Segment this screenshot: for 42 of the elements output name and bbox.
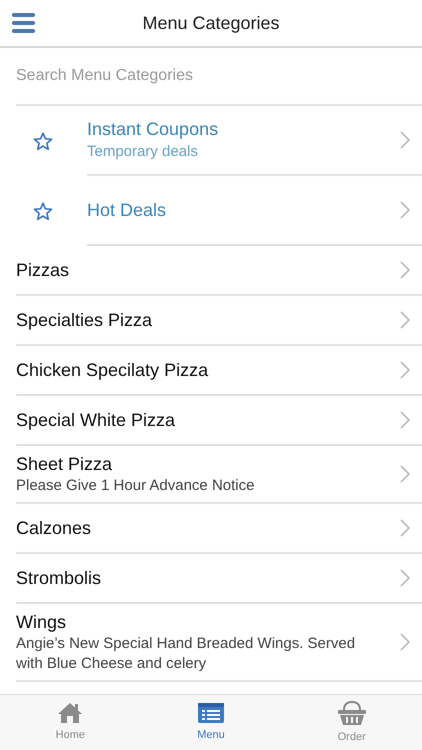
item-title: Wings — [16, 611, 68, 634]
chevron-icon — [400, 465, 410, 483]
category-item[interactable]: Calzones — [16, 504, 422, 554]
chevron-icon — [400, 569, 410, 587]
item-title: Strombolis — [16, 567, 102, 590]
page-title: Menu Categories — [142, 12, 280, 35]
item-title: Sheet Pizza — [16, 453, 114, 476]
chevron-icon — [400, 201, 410, 219]
basket-icon — [336, 700, 367, 726]
chevron-icon — [400, 411, 410, 429]
star-icon — [32, 202, 52, 220]
chevron-icon — [400, 131, 410, 149]
item-subtitle: Temporary deals — [87, 142, 199, 162]
category-item[interactable]: Strombolis — [16, 554, 422, 604]
category-item[interactable]: Chicken Specilaty Pizza — [16, 346, 422, 396]
star-icon — [32, 132, 52, 150]
item-subtitle: Please Give 1 Hour Advance Notice — [16, 476, 256, 496]
category-item[interactable]: Wings Angie’s New Special Hand Breaded Wings. Served with Blue Cheese and celery — [16, 604, 422, 682]
house-icon — [57, 702, 84, 724]
item-title: Hot Deals — [87, 199, 168, 222]
chevron-icon — [400, 311, 410, 329]
item-title: Pizzas — [16, 259, 70, 282]
chevron-icon — [400, 361, 410, 379]
chevron-icon — [400, 633, 410, 651]
item-title: Instant Coupons — [87, 118, 220, 141]
item-subtitle: Angie’s New Special Hand Breaded Wings. Served with Blue Cheese and celery — [16, 634, 356, 674]
item-title: Chicken Specilaty Pizza — [16, 359, 210, 382]
chevron-icon — [400, 519, 410, 537]
item-title: Calzones — [16, 517, 92, 540]
category-item[interactable]: Specialties Pizza — [16, 296, 422, 346]
item-title: Special White Pizza — [16, 409, 176, 432]
featured-item[interactable]: Instant Coupons Temporary deals — [0, 106, 422, 176]
featured-item[interactable]: Hot Deals — [0, 176, 422, 246]
item-title: Specialties Pizza — [16, 309, 154, 332]
category-item[interactable]: Special White Pizza — [16, 396, 422, 446]
tab-bar-item[interactable]: Menu — [140, 695, 282, 750]
search-field[interactable]: Search Menu Categories — [16, 64, 406, 88]
category-item[interactable]: Pizzas — [16, 246, 422, 296]
menu-icon[interactable] — [12, 13, 35, 33]
list-icon — [197, 702, 225, 724]
category-item[interactable]: Sheet Pizza Please Give 1 Hour Advance Notice — [16, 446, 422, 504]
chevron-icon — [400, 261, 410, 279]
